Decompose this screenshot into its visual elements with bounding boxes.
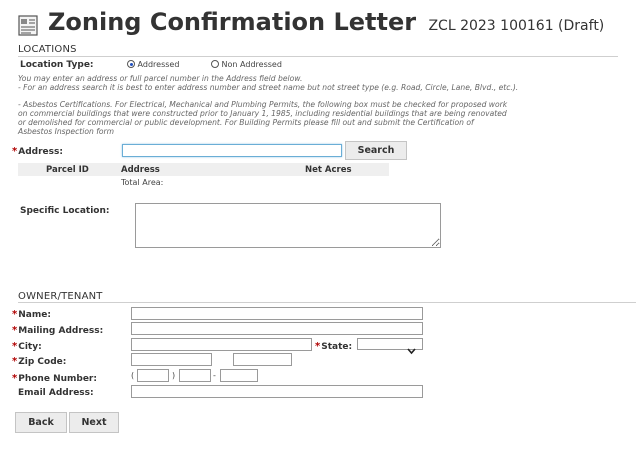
total-area-label: Total Area:	[121, 178, 164, 187]
required-marker: *	[12, 341, 18, 352]
required-marker: *	[12, 373, 18, 384]
required-marker: *	[12, 309, 18, 320]
help-text-1: You may enter an address or full parcel …	[18, 74, 303, 83]
phone-number-label: *Phone Number:	[12, 373, 97, 384]
zip-code-label: *Zip Code:	[12, 356, 67, 367]
zip-extension-input[interactable]	[233, 353, 292, 366]
locations-divider	[18, 56, 618, 57]
required-marker: *	[315, 341, 321, 352]
required-marker: *	[12, 146, 18, 157]
page-title: Zoning Confirmation Letter ZCL 2023 1001…	[48, 8, 604, 36]
owner-divider	[18, 302, 636, 303]
city-label: *City:	[12, 341, 42, 352]
phone-line-input[interactable]	[220, 369, 258, 382]
mailing-address-input[interactable]	[131, 322, 423, 335]
document-icon	[18, 14, 38, 36]
back-button[interactable]: Back	[15, 412, 67, 433]
address-input[interactable]	[122, 144, 342, 157]
phone-close-paren: )	[172, 371, 176, 380]
owner-section-label: OWNER/TENANT	[18, 291, 103, 302]
required-marker: *	[12, 356, 18, 367]
email-address-label: Email Address:	[18, 388, 94, 398]
required-marker: *	[12, 325, 18, 336]
specific-location-textarea[interactable]	[135, 203, 441, 248]
column-address: Address	[121, 165, 160, 175]
page-title-text: Zoning Confirmation Letter	[48, 8, 417, 36]
radio-addressed-label: Addressed	[137, 60, 180, 69]
chevron-down-icon	[407, 340, 416, 359]
next-button[interactable]: Next	[69, 412, 119, 433]
phone-area-code-input[interactable]	[137, 369, 169, 382]
record-number: ZCL 2023 100161 (Draft)	[428, 18, 605, 34]
state-select[interactable]	[357, 338, 423, 355]
phone-open-paren: (	[131, 371, 135, 380]
asbestos-text-2: on commercial buildings that were constr…	[18, 109, 507, 118]
asbestos-text-4: Asbestos Inspection form	[18, 127, 115, 136]
radio-non-addressed-indicator[interactable]	[211, 60, 219, 68]
specific-location-label: Specific Location:	[20, 206, 110, 216]
name-input[interactable]	[131, 307, 423, 320]
radio-non-addressed-label: Non Addressed	[221, 60, 282, 69]
asbestos-text-3: or demolished for commercial or public d…	[18, 118, 474, 127]
location-type-label: Location Type:	[20, 60, 94, 70]
address-label: *Address:	[12, 146, 63, 157]
radio-non-addressed[interactable]: Non Addressed	[211, 60, 282, 69]
radio-addressed-indicator[interactable]	[127, 60, 135, 68]
locations-section-label: LOCATIONS	[18, 44, 77, 55]
state-label: *State:	[315, 341, 353, 352]
phone-prefix-input[interactable]	[179, 369, 211, 382]
column-parcel-id: Parcel ID	[46, 165, 89, 175]
zip-code-input[interactable]	[131, 353, 212, 366]
column-net-acres: Net Acres	[305, 165, 352, 175]
name-label: *Name:	[12, 309, 51, 320]
phone-dash: -	[213, 371, 216, 380]
city-input[interactable]	[131, 338, 312, 351]
mailing-address-label: *Mailing Address:	[12, 325, 104, 336]
asbestos-text-1: - Asbestos Certifications. For Electrica…	[18, 100, 508, 109]
email-address-input[interactable]	[131, 385, 423, 398]
help-text-2: - For an address search it is best to en…	[18, 83, 519, 92]
search-button[interactable]: Search	[345, 141, 407, 160]
radio-addressed[interactable]: Addressed	[127, 60, 179, 69]
